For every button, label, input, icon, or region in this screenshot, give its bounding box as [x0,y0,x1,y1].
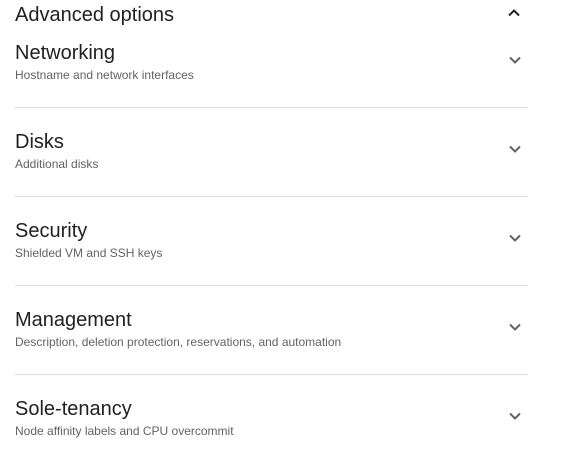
section-description: Description, deletion protection, reserv… [15,335,342,349]
section-title: Management [15,309,132,331]
section-security[interactable]: Security Shielded VM and SSH keys [15,196,528,286]
section-description: Hostname and network interfaces [15,68,194,82]
section-title: Sole-tenancy [15,398,132,420]
chevron-down-icon[interactable] [507,408,523,424]
section-sole-tenancy[interactable]: Sole-tenancy Node affinity labels and CP… [15,374,528,459]
chevron-down-icon[interactable] [507,230,523,246]
chevron-down-icon[interactable] [507,141,523,157]
section-description: Node affinity labels and CPU overcommit [15,424,234,438]
section-networking[interactable]: Networking Hostname and network interfac… [15,18,528,108]
section-title: Security [15,220,88,242]
chevron-down-icon[interactable] [507,319,523,335]
section-management[interactable]: Management Description, deletion protect… [15,285,528,375]
section-title: Disks [15,131,64,153]
section-title: Networking [15,42,116,64]
section-disks[interactable]: Disks Additional disks [15,107,528,197]
chevron-down-icon[interactable] [507,52,523,68]
section-description: Additional disks [15,157,99,171]
section-description: Shielded VM and SSH keys [15,246,163,260]
